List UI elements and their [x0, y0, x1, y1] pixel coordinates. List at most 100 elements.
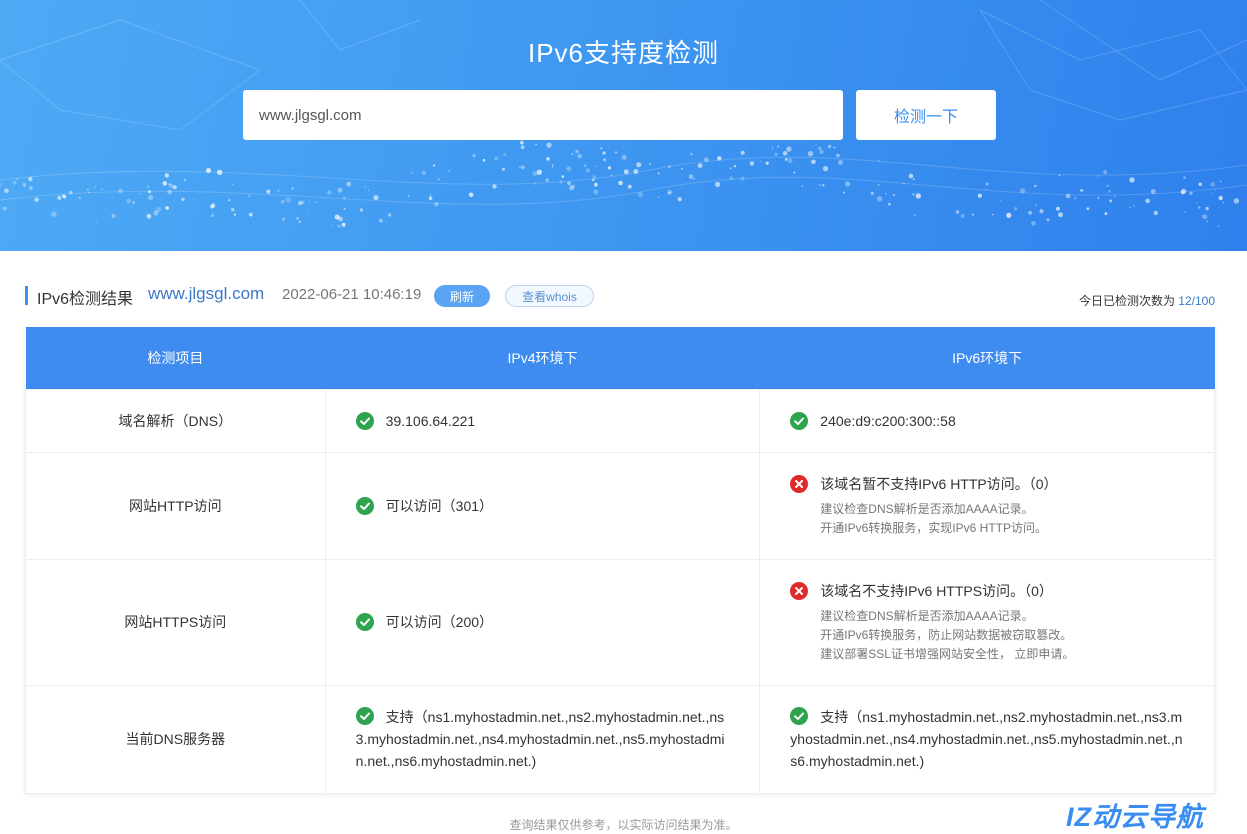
wave-particle — [1195, 202, 1198, 204]
refresh-button[interactable]: 刷新 — [434, 285, 490, 307]
wave-particle — [492, 184, 497, 189]
wave-particle — [1058, 212, 1063, 218]
ipv4-cell: 可以访问（200） — [324, 558, 761, 686]
wave-particle — [717, 156, 722, 161]
wave-particle — [118, 188, 123, 194]
wave-particle — [787, 158, 793, 164]
wave-particle — [807, 150, 814, 157]
result-title: IPv6检测结果 — [37, 291, 134, 308]
wave-particle — [146, 185, 150, 188]
wave-particle — [571, 153, 574, 156]
wave-particle — [551, 164, 554, 166]
wave-particle — [693, 177, 695, 180]
wave-particle — [315, 201, 318, 203]
wave-particle — [633, 169, 639, 174]
wave-particle — [740, 176, 745, 181]
wave-particle — [1006, 212, 1012, 218]
title-accent-bar — [25, 286, 28, 305]
ipv6-cell: 240e:d9:c200:300::58 — [759, 388, 1215, 453]
wave-particle — [811, 159, 816, 165]
wave-particle — [308, 200, 310, 203]
column-header-item: 检测项目 — [25, 327, 326, 389]
wave-particle — [1097, 197, 1100, 200]
wave-particle — [637, 191, 643, 198]
wave-particle — [818, 146, 822, 150]
wave-particle — [520, 145, 525, 150]
wave-particle — [193, 198, 195, 200]
wave-particle — [1013, 207, 1018, 211]
wave-particle — [636, 162, 642, 168]
ipv4-http-result: 可以访问（301） — [385, 497, 494, 514]
wave-particle — [1211, 193, 1214, 195]
wave-particle — [1217, 225, 1220, 228]
wave-particle — [164, 173, 169, 178]
wave-particle — [411, 172, 413, 174]
ipv6-cell: 支持（ns1.myhostadmin.net.,ns2.myhostadmin.… — [759, 684, 1215, 794]
ipv6-cell: 该域名不支持IPv6 HTTPS访问。（0） 建议检查DNS解析是否添加AAAA… — [759, 558, 1215, 686]
view-whois-button[interactable]: 查看whois — [505, 285, 594, 307]
domain-search-input[interactable] — [243, 90, 843, 140]
wave-particle — [1107, 190, 1111, 193]
wave-particle — [827, 144, 832, 149]
wave-particle — [408, 195, 410, 197]
wave-particle — [912, 193, 915, 196]
wave-particle — [776, 145, 780, 148]
wave-particle — [836, 153, 840, 158]
wave-particle — [1183, 176, 1186, 179]
wave-particle — [156, 207, 162, 212]
wave-particle — [520, 165, 525, 170]
wave-particle — [147, 194, 154, 201]
ipv6-cell: 该域名暂不支持IPv6 HTTP访问。（0） 建议检查DNS解析是否添加AAAA… — [759, 451, 1215, 560]
wave-particle — [368, 189, 370, 191]
wave-particle — [282, 217, 285, 221]
table-header-row: 检测项目 IPv4环境下 IPv6环境下 — [25, 327, 1215, 389]
wave-particle — [784, 158, 788, 161]
wave-particle — [502, 167, 505, 171]
wave-particle — [364, 185, 367, 188]
wave-particle — [801, 185, 804, 187]
wave-particle — [819, 149, 824, 155]
wave-particle — [228, 199, 231, 202]
wave-particle — [877, 184, 880, 186]
wave-particle — [1129, 206, 1131, 209]
ipv6-dns-result: 240e:d9:c200:300::58 — [820, 412, 956, 429]
wave-particle — [984, 188, 987, 191]
wave-particle — [307, 213, 309, 215]
wave-particle — [822, 184, 825, 187]
wave-particle — [230, 207, 235, 212]
wave-particle — [546, 142, 552, 148]
wave-particle — [600, 147, 603, 150]
check-circle-icon — [355, 613, 374, 631]
check-circle-icon — [355, 411, 374, 430]
wave-particle — [482, 158, 486, 162]
wave-particle — [577, 153, 582, 159]
wave-particle — [688, 174, 694, 179]
wave-particle — [2, 206, 7, 211]
disclaimer-note: 查询结果仅供参考，以实际访问结果为准。 — [509, 818, 738, 832]
wave-particle — [552, 166, 554, 168]
ipv4-dns-result: 39.106.64.221 — [385, 412, 476, 429]
wave-particle — [765, 161, 769, 165]
wave-particle — [607, 166, 612, 170]
wave-particle — [277, 190, 280, 192]
wave-particle — [838, 160, 843, 165]
wave-particle — [346, 181, 352, 187]
wave-particle — [1035, 204, 1037, 206]
wave-particle — [167, 189, 172, 195]
wave-particle — [34, 197, 39, 202]
wave-particle — [1145, 198, 1150, 204]
wave-particle — [28, 176, 33, 182]
ipv6-https-tips: 建议检查DNS解析是否添加AAAA记录。 开通IPv6转换服务，防止网站数据被窃… — [820, 607, 1184, 664]
wave-particle — [729, 176, 733, 180]
wave-particle — [1020, 188, 1026, 194]
wave-particle — [296, 216, 300, 221]
wave-particle — [1150, 189, 1156, 195]
wave-particle — [1132, 204, 1135, 207]
wave-particle — [733, 164, 737, 168]
wave-particle — [915, 193, 921, 199]
check-button[interactable]: 检测一下 — [856, 90, 996, 140]
wave-particle — [623, 169, 629, 175]
ipv6-http-result: 该域名暂不支持IPv6 HTTP访问。（0） — [820, 475, 1058, 492]
wave-particle — [704, 157, 709, 163]
wave-particle — [111, 213, 116, 219]
